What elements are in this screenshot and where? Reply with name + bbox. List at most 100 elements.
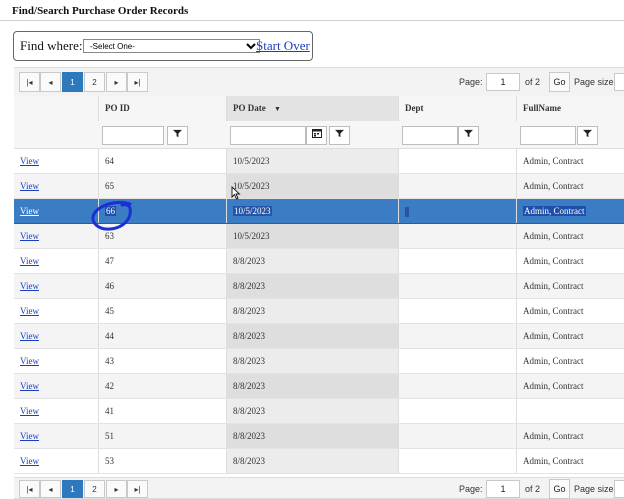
view-link[interactable]: View — [14, 324, 98, 348]
view-link[interactable]: View — [14, 199, 98, 223]
go-button[interactable]: Go — [549, 72, 570, 92]
fullname-filter-button[interactable] — [577, 126, 598, 145]
po-id-cell: 43 — [98, 349, 226, 373]
page-size-input-bottom[interactable] — [614, 480, 624, 498]
page-2-button-bottom[interactable]: 2 — [84, 480, 105, 498]
dept-cell — [398, 449, 516, 473]
view-link[interactable]: View — [14, 424, 98, 448]
fullname-cell: Admin, Contract — [516, 174, 624, 198]
po-date-cell: 10/5/2023 — [226, 224, 398, 248]
po-date-cell: 8/8/2023 — [226, 399, 398, 423]
po-date-filter-input[interactable] — [230, 126, 306, 145]
view-link[interactable]: View — [14, 149, 98, 173]
view-link[interactable]: View — [14, 349, 98, 373]
po-date-cell: 10/5/2023 — [226, 174, 398, 198]
po-date-filter-button[interactable] — [329, 126, 350, 145]
po-date-cell: 8/8/2023 — [226, 424, 398, 448]
start-over-link[interactable]: Start Over — [256, 38, 310, 54]
po-date-cell: 8/8/2023 — [226, 249, 398, 273]
fullname-cell: Admin, Contract — [516, 449, 624, 473]
column-header-fullname[interactable]: FullName — [516, 96, 624, 121]
calendar-icon — [311, 129, 322, 138]
column-header-po-date[interactable]: PO Date ▼ — [226, 96, 398, 121]
page-1-button-bottom[interactable]: 1 — [62, 480, 83, 498]
fullname-cell: Admin, Contract — [516, 249, 624, 273]
page-size-label-bottom: Page size: — [574, 484, 617, 494]
page-number-input-bottom[interactable]: 1 — [486, 480, 520, 498]
po-date-header-label: PO Date — [233, 103, 266, 113]
po-id-cell: 46 — [98, 274, 226, 298]
fullname-cell: Admin, Contract — [516, 199, 624, 223]
find-where-label: Find where: — [20, 38, 83, 53]
po-id-cell: 42 — [98, 374, 226, 398]
page-size-label: Page size: — [574, 77, 617, 87]
dept-cell — [398, 324, 516, 348]
table-row[interactable]: View 64 10/5/2023 Admin, Contract — [14, 149, 624, 174]
page-label: Page: — [459, 77, 483, 87]
view-link[interactable]: View — [14, 299, 98, 323]
title-bar: Find/Search Purchase Order Records — [0, 0, 624, 22]
dept-cell — [398, 224, 516, 248]
po-id-cell: 41 — [98, 399, 226, 423]
po-date-calendar-button[interactable] — [306, 126, 327, 145]
table-row[interactable]: View 47 8/8/2023 Admin, Contract — [14, 249, 624, 274]
first-page-button-bottom[interactable]: |◂ — [19, 480, 40, 498]
view-link[interactable]: View — [14, 374, 98, 398]
page-2-button[interactable]: 2 — [84, 72, 105, 92]
column-header-dept[interactable]: Dept — [398, 96, 516, 121]
prev-page-button-bottom[interactable]: ◂ — [40, 480, 61, 498]
po-id-filter-button[interactable] — [167, 126, 188, 145]
po-id-cell: 64 — [98, 149, 226, 173]
go-button-bottom[interactable]: Go — [549, 479, 570, 499]
view-link[interactable]: View — [14, 399, 98, 423]
po-id-filter-input[interactable] — [102, 126, 164, 145]
table-row[interactable]: View 45 8/8/2023 Admin, Contract — [14, 299, 624, 324]
table-row[interactable]: View 65 10/5/2023 Admin, Contract — [14, 174, 624, 199]
last-page-button-bottom[interactable]: ▸| — [127, 480, 148, 498]
fullname-cell: Admin, Contract — [516, 349, 624, 373]
annotation-circle — [91, 200, 132, 231]
po-date-cell: 8/8/2023 — [226, 274, 398, 298]
fullname-cell: Admin, Contract — [516, 274, 624, 298]
table-row[interactable]: View 42 8/8/2023 Admin, Contract — [14, 374, 624, 399]
page-number-input[interactable]: 1 — [486, 73, 520, 91]
funnel-icon — [583, 129, 592, 138]
find-where-select[interactable]: -Select One- — [83, 39, 260, 53]
prev-page-button[interactable]: ◂ — [40, 72, 61, 92]
filter-row — [14, 121, 624, 149]
dept-cell — [398, 149, 516, 173]
table-row[interactable]: View 51 8/8/2023 Admin, Contract — [14, 424, 624, 449]
mouse-cursor-icon — [231, 186, 241, 200]
po-date-cell: 8/8/2023 — [226, 324, 398, 348]
fullname-cell — [516, 399, 624, 423]
dept-filter-button[interactable] — [458, 126, 479, 145]
view-link[interactable]: View — [14, 449, 98, 473]
table-row[interactable]: View 44 8/8/2023 Admin, Contract — [14, 324, 624, 349]
table-row[interactable]: View 53 8/8/2023 Admin, Contract — [14, 449, 624, 474]
page-label-bottom: Page: — [459, 484, 483, 494]
po-date-cell: 8/8/2023 — [226, 449, 398, 473]
column-header-po-id[interactable]: PO ID — [98, 96, 226, 121]
view-link[interactable]: View — [14, 174, 98, 198]
dept-cell — [398, 174, 516, 198]
next-page-button[interactable]: ▸ — [106, 72, 127, 92]
next-page-button-bottom[interactable]: ▸ — [106, 480, 127, 498]
fullname-filter-input[interactable] — [520, 126, 576, 145]
last-page-button[interactable]: ▸| — [127, 72, 148, 92]
dept-cell — [398, 374, 516, 398]
first-page-button[interactable]: |◂ — [19, 72, 40, 92]
funnel-icon — [173, 129, 182, 138]
table-row[interactable]: View 41 8/8/2023 — [14, 399, 624, 424]
dept-cell — [398, 274, 516, 298]
table-row[interactable]: View 43 8/8/2023 Admin, Contract — [14, 349, 624, 374]
po-date-value: 10/5/2023 — [233, 206, 272, 216]
dept-filter-input[interactable] — [402, 126, 458, 145]
view-link[interactable]: View — [14, 274, 98, 298]
page-1-button[interactable]: 1 — [62, 72, 83, 92]
view-link[interactable]: View — [14, 249, 98, 273]
table-row[interactable]: View 46 8/8/2023 Admin, Contract — [14, 274, 624, 299]
fullname-cell: Admin, Contract — [516, 149, 624, 173]
page-size-input[interactable] — [614, 73, 624, 91]
dept-selection-marker — [405, 206, 409, 217]
view-link[interactable]: View — [14, 224, 98, 248]
